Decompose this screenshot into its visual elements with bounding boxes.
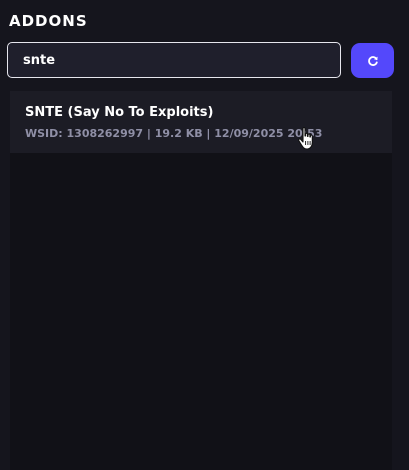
list-item[interactable]: SNTE (Say No To Exploits) WSID: 13082629… [10,91,392,153]
hand-cursor-icon [298,126,313,150]
search-input[interactable] [8,43,340,77]
panel-title: ADDONS [9,12,88,30]
addons-panel: ADDONS SNTE (Say No To Exploits) WSID: 1… [0,0,409,470]
refresh-button[interactable] [351,43,394,78]
refresh-icon [367,55,378,66]
addon-name: SNTE (Say No To Exploits) [25,105,214,120]
results-list: SNTE (Say No To Exploits) WSID: 13082629… [10,91,392,470]
addon-meta: WSID: 1308262997 | 19.2 KB | 12/09/2025 … [25,127,323,140]
search-field[interactable] [7,42,341,78]
